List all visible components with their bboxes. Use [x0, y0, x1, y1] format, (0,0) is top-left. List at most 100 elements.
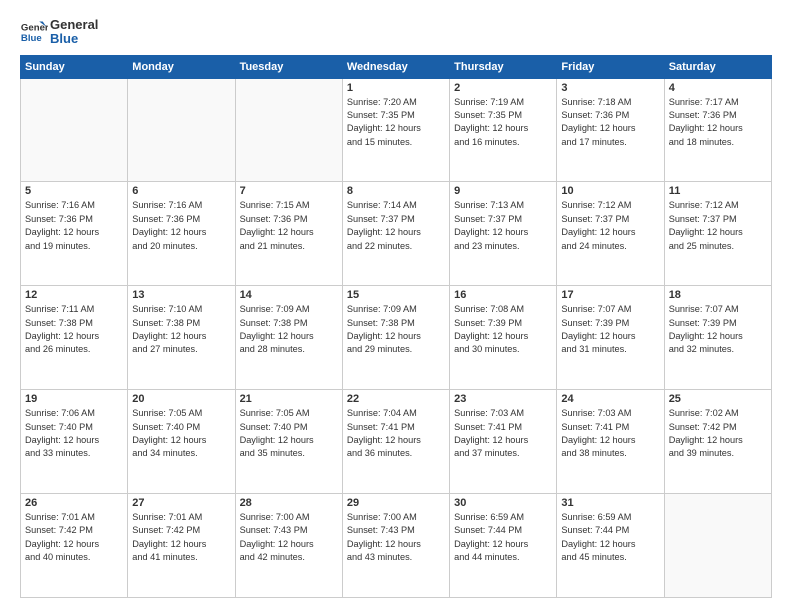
calendar-cell: 30 Sunrise: 6:59 AM Sunset: 7:44 PM Dayli… [450, 494, 557, 598]
day-number: 17 [561, 289, 659, 301]
day-info: Sunrise: 7:17 AM Sunset: 7:36 PM Dayligh… [669, 96, 767, 149]
day-number: 1 [347, 82, 445, 94]
week-row-2: 5Sunrise: 7:16 AM Sunset: 7:36 PM Daylig… [21, 182, 772, 286]
day-number: 10 [561, 185, 659, 197]
week-row-1: 1 Sunrise: 7:20 AM Sunset: 7:35 PM Daylig… [21, 78, 772, 182]
day-info: Sunrise: 7:00 AM Sunset: 7:43 PM Dayligh… [347, 511, 445, 564]
day-info: Sunrise: 7:04 AM Sunset: 7:41 PM Dayligh… [347, 407, 445, 460]
day-number: 7 [240, 185, 338, 197]
calendar-cell: 24Sunrise: 7:03 AM Sunset: 7:41 PM Dayli… [557, 390, 664, 494]
calendar-cell [664, 494, 771, 598]
day-number: 23 [454, 393, 552, 405]
calendar-cell: 27 Sunrise: 7:01 AM Sunset: 7:42 PM Dayli… [128, 494, 235, 598]
day-info: Sunrise: 7:20 AM Sunset: 7:35 PM Dayligh… [347, 96, 445, 149]
day-number: 16 [454, 289, 552, 301]
svg-text:Blue: Blue [21, 33, 42, 44]
day-number: 4 [669, 82, 767, 94]
day-info: Sunrise: 7:03 AM Sunset: 7:41 PM Dayligh… [454, 407, 552, 460]
day-number: 2 [454, 82, 552, 94]
calendar-cell [21, 78, 128, 182]
day-number: 14 [240, 289, 338, 301]
day-number: 18 [669, 289, 767, 301]
day-number: 12 [25, 289, 123, 301]
calendar-cell: 10 Sunrise: 7:12 AM Sunset: 7:37 PM Dayli… [557, 182, 664, 286]
weekday-header-monday: Monday [128, 55, 235, 78]
day-number: 19 [25, 393, 123, 405]
day-info: Sunrise: 7:12 AM Sunset: 7:37 PM Dayligh… [561, 199, 659, 252]
calendar-cell: 29 Sunrise: 7:00 AM Sunset: 7:43 PM Dayli… [342, 494, 449, 598]
day-number: 3 [561, 82, 659, 94]
header: General Blue General Blue [20, 18, 772, 47]
day-info: Sunrise: 6:59 AM Sunset: 7:44 PM Dayligh… [454, 511, 552, 564]
day-number: 9 [454, 185, 552, 197]
day-number: 11 [669, 185, 767, 197]
day-info: Sunrise: 7:01 AM Sunset: 7:42 PM Dayligh… [25, 511, 123, 564]
calendar-cell: 1 Sunrise: 7:20 AM Sunset: 7:35 PM Daylig… [342, 78, 449, 182]
day-info: Sunrise: 7:15 AM Sunset: 7:36 PM Dayligh… [240, 199, 338, 252]
day-info: Sunrise: 7:09 AM Sunset: 7:38 PM Dayligh… [240, 303, 338, 356]
calendar-cell: 17 Sunrise: 7:07 AM Sunset: 7:39 PM Dayli… [557, 286, 664, 390]
weekday-header-thursday: Thursday [450, 55, 557, 78]
calendar-cell: 7 Sunrise: 7:15 AM Sunset: 7:36 PM Daylig… [235, 182, 342, 286]
day-info: Sunrise: 7:12 AM Sunset: 7:37 PM Dayligh… [669, 199, 767, 252]
day-number: 30 [454, 497, 552, 509]
day-number: 13 [132, 289, 230, 301]
day-number: 22 [347, 393, 445, 405]
day-number: 8 [347, 185, 445, 197]
day-info: Sunrise: 7:18 AM Sunset: 7:36 PM Dayligh… [561, 96, 659, 149]
week-row-3: 12 Sunrise: 7:11 AM Sunset: 7:38 PM Dayli… [21, 286, 772, 390]
day-info: Sunrise: 7:11 AM Sunset: 7:38 PM Dayligh… [25, 303, 123, 356]
day-info: Sunrise: 7:06 AM Sunset: 7:40 PM Dayligh… [25, 407, 123, 460]
calendar-cell: 14 Sunrise: 7:09 AM Sunset: 7:38 PM Dayli… [235, 286, 342, 390]
logo-line2: Blue [50, 32, 98, 46]
day-info: Sunrise: 7:13 AM Sunset: 7:37 PM Dayligh… [454, 199, 552, 252]
calendar-cell: 5Sunrise: 7:16 AM Sunset: 7:36 PM Daylig… [21, 182, 128, 286]
calendar-cell: 6Sunrise: 7:16 AM Sunset: 7:36 PM Daylig… [128, 182, 235, 286]
weekday-header-saturday: Saturday [664, 55, 771, 78]
day-info: Sunrise: 7:07 AM Sunset: 7:39 PM Dayligh… [669, 303, 767, 356]
calendar-cell: 4 Sunrise: 7:17 AM Sunset: 7:36 PM Daylig… [664, 78, 771, 182]
weekday-header-wednesday: Wednesday [342, 55, 449, 78]
calendar-cell: 13 Sunrise: 7:10 AM Sunset: 7:38 PM Dayli… [128, 286, 235, 390]
day-info: Sunrise: 7:00 AM Sunset: 7:43 PM Dayligh… [240, 511, 338, 564]
calendar-cell: 26 Sunrise: 7:01 AM Sunset: 7:42 PM Dayli… [21, 494, 128, 598]
day-info: Sunrise: 7:10 AM Sunset: 7:38 PM Dayligh… [132, 303, 230, 356]
calendar-cell: 2 Sunrise: 7:19 AM Sunset: 7:35 PM Daylig… [450, 78, 557, 182]
day-info: Sunrise: 7:02 AM Sunset: 7:42 PM Dayligh… [669, 407, 767, 460]
calendar-cell: 20Sunrise: 7:05 AM Sunset: 7:40 PM Dayli… [128, 390, 235, 494]
logo: General Blue General Blue [20, 18, 98, 47]
day-info: Sunrise: 7:05 AM Sunset: 7:40 PM Dayligh… [132, 407, 230, 460]
day-info: Sunrise: 7:19 AM Sunset: 7:35 PM Dayligh… [454, 96, 552, 149]
weekday-header-sunday: Sunday [21, 55, 128, 78]
calendar-cell: 16 Sunrise: 7:08 AM Sunset: 7:39 PM Dayli… [450, 286, 557, 390]
calendar-table: SundayMondayTuesdayWednesdayThursdayFrid… [20, 55, 772, 598]
day-info: Sunrise: 7:08 AM Sunset: 7:39 PM Dayligh… [454, 303, 552, 356]
calendar-cell: 3 Sunrise: 7:18 AM Sunset: 7:36 PM Daylig… [557, 78, 664, 182]
day-number: 29 [347, 497, 445, 509]
day-number: 25 [669, 393, 767, 405]
calendar-cell: 11 Sunrise: 7:12 AM Sunset: 7:37 PM Dayli… [664, 182, 771, 286]
calendar-cell [128, 78, 235, 182]
day-number: 27 [132, 497, 230, 509]
day-info: Sunrise: 7:05 AM Sunset: 7:40 PM Dayligh… [240, 407, 338, 460]
week-row-4: 19 Sunrise: 7:06 AM Sunset: 7:40 PM Dayli… [21, 390, 772, 494]
logo-line1: General [50, 18, 98, 32]
day-info: Sunrise: 6:59 AM Sunset: 7:44 PM Dayligh… [561, 511, 659, 564]
day-info: Sunrise: 7:07 AM Sunset: 7:39 PM Dayligh… [561, 303, 659, 356]
day-number: 31 [561, 497, 659, 509]
calendar-cell: 21Sunrise: 7:05 AM Sunset: 7:40 PM Dayli… [235, 390, 342, 494]
week-row-5: 26 Sunrise: 7:01 AM Sunset: 7:42 PM Dayli… [21, 494, 772, 598]
day-info: Sunrise: 7:01 AM Sunset: 7:42 PM Dayligh… [132, 511, 230, 564]
day-number: 26 [25, 497, 123, 509]
calendar-cell: 25 Sunrise: 7:02 AM Sunset: 7:42 PM Dayli… [664, 390, 771, 494]
weekday-header-friday: Friday [557, 55, 664, 78]
day-number: 6 [132, 185, 230, 197]
calendar-cell: 8Sunrise: 7:14 AM Sunset: 7:37 PM Daylig… [342, 182, 449, 286]
calendar-cell: 28Sunrise: 7:00 AM Sunset: 7:43 PM Dayli… [235, 494, 342, 598]
calendar-cell: 22 Sunrise: 7:04 AM Sunset: 7:41 PM Dayli… [342, 390, 449, 494]
calendar-cell: 31 Sunrise: 6:59 AM Sunset: 7:44 PM Dayli… [557, 494, 664, 598]
calendar-cell: 19 Sunrise: 7:06 AM Sunset: 7:40 PM Dayli… [21, 390, 128, 494]
day-info: Sunrise: 7:03 AM Sunset: 7:41 PM Dayligh… [561, 407, 659, 460]
day-info: Sunrise: 7:16 AM Sunset: 7:36 PM Dayligh… [25, 199, 123, 252]
logo-icon: General Blue [20, 18, 48, 46]
